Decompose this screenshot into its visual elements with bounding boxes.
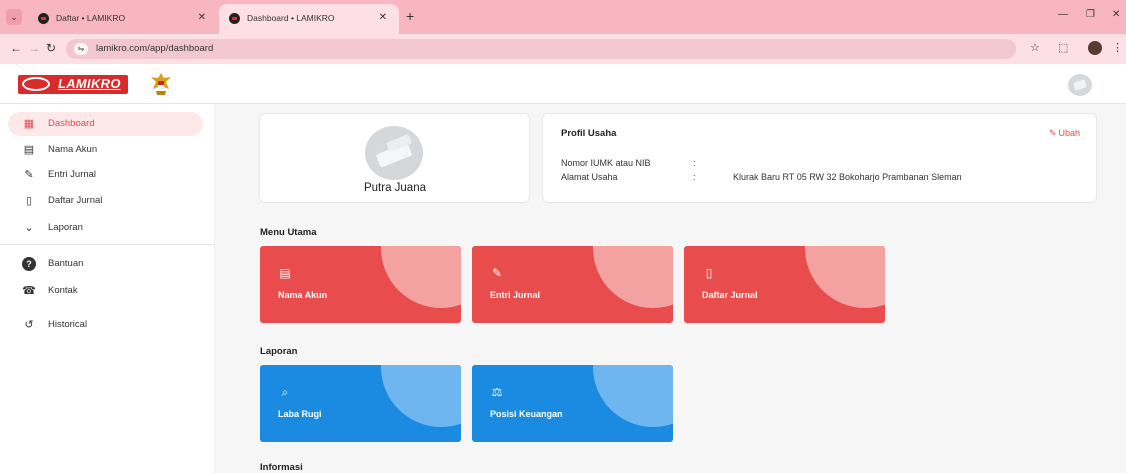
garuda-emblem-icon (151, 73, 171, 95)
sidebar-item-label: Entri Jurnal (48, 169, 97, 180)
sidebar-item-bantuan[interactable]: ? Bantuan (8, 252, 203, 276)
section-title-laporan: Laporan (260, 346, 298, 357)
profile-title: Profil Usaha (561, 128, 617, 139)
user-profile-card: Putra Juana (259, 113, 530, 203)
sidebar-item-label: Nama Akun (48, 144, 98, 155)
address-label: Alamat Usaha (561, 172, 618, 182)
address-bar-row: ← → ↻ ⇋ lamikro.com/app/dashboard ☆ ⬚ ⋮ (0, 34, 1126, 64)
tile-decoration (593, 365, 673, 427)
sidebar-item-historical[interactable]: ↺ Historical (8, 313, 203, 337)
browser-tab-dashboard[interactable]: Dashboard • LAMIKRO ✕ (219, 4, 399, 34)
sidebar-item-label: Kontak (48, 285, 78, 296)
new-tab-icon[interactable]: + (406, 9, 414, 23)
sidebar-divider (0, 244, 215, 245)
url-field[interactable]: ⇋ lamikro.com/app/dashboard (66, 39, 1016, 59)
app-header: LAMIKRO (0, 64, 1126, 104)
sidebar-item-label: Dashboard (48, 118, 95, 129)
browser-tab-daftar[interactable]: Daftar • LAMIKRO ✕ (28, 4, 218, 34)
business-profile-card: Profil Usaha ✎ Ubah Nomor IUMK atau NIB :… (542, 113, 1097, 203)
sidebar-item-label: Bantuan (48, 258, 84, 269)
minimize-icon[interactable]: — (1058, 9, 1068, 20)
back-icon[interactable]: ← (10, 41, 22, 55)
tile-label: Daftar Jurnal (702, 290, 758, 300)
notebook-icon: ▯ (705, 266, 713, 280)
sidebar-item-label: Daftar Jurnal (48, 195, 103, 206)
lamikro-logo[interactable]: LAMIKRO (18, 72, 128, 96)
user-avatar[interactable] (1068, 74, 1092, 96)
sidebar-item-dashboard[interactable]: ▦ Dashboard (8, 112, 203, 136)
sidebar-item-entri-jurnal[interactable]: ✎ Entri Jurnal (8, 163, 203, 187)
pencil-icon: ✎ (1048, 128, 1057, 138)
reload-icon[interactable]: ↻ (46, 41, 56, 55)
list-icon: ▤ (23, 144, 35, 156)
business-owner-name: Putra Juana (363, 182, 426, 194)
tile-decoration (381, 365, 461, 427)
phone-icon: ☎ (22, 285, 36, 297)
address-colon: : (693, 172, 696, 182)
help-icon: ? (22, 257, 36, 271)
tile-entri-jurnal[interactable]: ✎ Entri Jurnal (472, 246, 673, 323)
sidebar-item-laporan[interactable]: ⌄ Laporan (8, 216, 203, 240)
pencil-icon: ✎ (24, 169, 34, 181)
tile-nama-akun[interactable]: ▤ Nama Akun (260, 246, 461, 323)
browser-menu-icon[interactable]: ⋮ (1112, 41, 1123, 55)
tile-label: Entri Jurnal (490, 290, 541, 300)
maximize-icon[interactable]: ❐ (1086, 9, 1095, 20)
url-text: lamikro.com/app/dashboard (96, 43, 214, 54)
tile-decoration (381, 246, 461, 308)
browser-profile-avatar[interactable] (1088, 41, 1102, 55)
business-avatar (365, 126, 423, 180)
sidebar-item-label: Historical (48, 319, 88, 330)
tile-daftar-jurnal[interactable]: ▯ Daftar Jurnal (684, 246, 885, 323)
close-window-icon[interactable]: ✕ (1112, 9, 1120, 20)
tab-search-icon[interactable]: ⌄ (6, 9, 22, 25)
balance-scale-icon: ⚖ (491, 385, 503, 399)
notebook-icon: ▯ (25, 195, 33, 207)
forward-icon[interactable]: → (28, 41, 40, 55)
tile-label: Posisi Keuangan (490, 409, 563, 419)
tile-label: Laba Rugi (278, 409, 322, 419)
sidebar-item-kontak[interactable]: ☎ Kontak (8, 279, 203, 303)
tile-posisi-keuangan[interactable]: ⚖ Posisi Keuangan (472, 365, 673, 442)
close-tab-icon[interactable]: ✕ (379, 12, 387, 23)
edit-label: Ubah (1058, 128, 1080, 138)
section-title-informasi: Informasi (260, 462, 303, 473)
sidebar: ▦ Dashboard ▤ Nama Akun ✎ Entri Jurnal ▯… (0, 104, 215, 473)
tab-title: Daftar • LAMIKRO (56, 13, 126, 23)
tile-decoration (805, 246, 885, 308)
edit-profile-button[interactable]: ✎ Ubah (1049, 128, 1080, 139)
tile-laba-rugi[interactable]: ⌕ Laba Rugi (260, 365, 461, 442)
address-value: Klurak Baru RT 05 RW 32 Bokoharjo Pramba… (733, 172, 962, 182)
bookmark-star-icon[interactable]: ☆ (1030, 41, 1040, 55)
sidebar-item-nama-akun[interactable]: ▤ Nama Akun (8, 138, 203, 162)
logo-swoosh-icon (22, 77, 50, 91)
report-search-icon: ⌕ (281, 385, 289, 399)
tab-title: Dashboard • LAMIKRO (247, 13, 335, 23)
grid-icon: ▦ (23, 118, 35, 130)
pencil-icon: ✎ (491, 266, 503, 280)
logo-text: LAMIKRO (58, 76, 121, 91)
nib-colon: : (693, 158, 696, 168)
history-icon: ↺ (24, 319, 34, 331)
tile-decoration (593, 246, 673, 308)
site-info-icon[interactable]: ⇋ (74, 43, 88, 55)
sidebar-item-label: Laporan (48, 222, 83, 233)
tile-label: Nama Akun (278, 290, 328, 300)
browser-tab-bar: ⌄ Daftar • LAMIKRO ✕ Dashboard • LAMIKRO… (0, 0, 1126, 34)
extensions-icon[interactable]: ⬚ (1058, 41, 1068, 55)
section-title-menu-utama: Menu Utama (260, 227, 317, 238)
favicon-icon (38, 13, 49, 24)
favicon-icon (229, 13, 240, 24)
nib-label: Nomor IUMK atau NIB (561, 158, 651, 168)
sidebar-item-daftar-jurnal[interactable]: ▯ Daftar Jurnal (8, 189, 203, 213)
close-tab-icon[interactable]: ✕ (198, 12, 206, 23)
chevron-down-icon: ⌄ (24, 222, 34, 234)
list-icon: ▤ (279, 266, 291, 280)
